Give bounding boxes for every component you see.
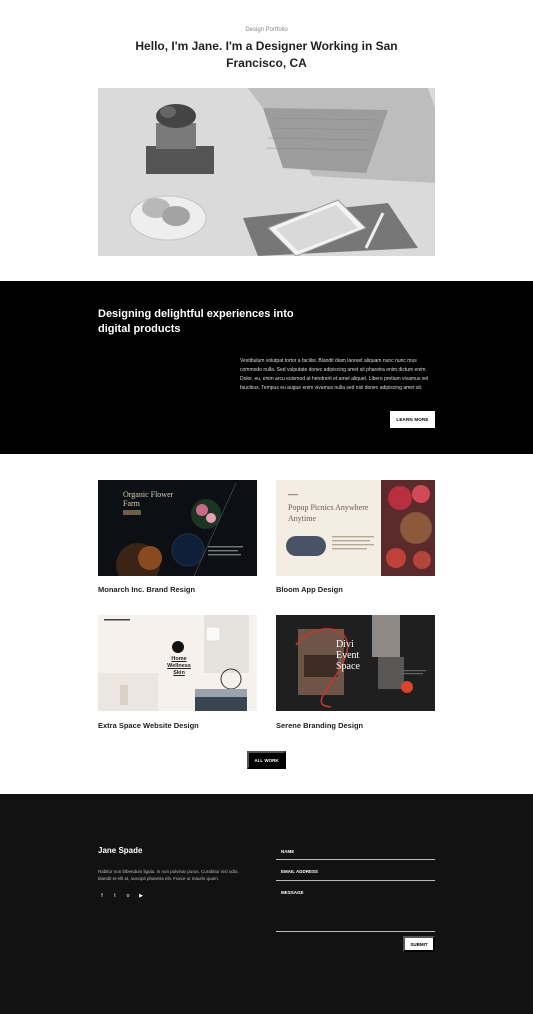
facebook-icon[interactable]: f (98, 892, 106, 900)
project-label-monarch[interactable]: Monarch Inc. Brand Resign (98, 585, 195, 594)
project-label-extra-space[interactable]: Extra Space Website Design (98, 721, 199, 730)
hero-image (98, 88, 435, 256)
all-work-button[interactable]: ALL WORK (247, 751, 286, 769)
submit-button[interactable]: SUBMIT (403, 936, 435, 952)
project-thumbnail-extra-space[interactable]: Home Wellness Skin (98, 615, 257, 711)
email-field[interactable]: EMAIL ADDRESS (276, 869, 435, 881)
band-text: Vestibulum volutpat tortor a facilisi. B… (240, 358, 429, 391)
portfolio-page: Design Portfolio Hello, I'm Jane. I'm a … (0, 0, 533, 1014)
project-art-title: Home Wellness Skin (167, 656, 191, 676)
footer-name: Jane Spade (98, 846, 143, 855)
youtube-icon[interactable]: ▶ (137, 892, 145, 900)
project-label-serene[interactable]: Serene Branding Design (276, 721, 363, 730)
footer-text: Rabitur non bibendum ligula. In non pulv… (98, 869, 239, 881)
page-title: Hello, I'm Jane. I'm a Designer Working … (135, 39, 398, 70)
footer: Jane Spade Rabitur non bibendum ligula. … (0, 794, 533, 1014)
social-links: f t o ▶ (98, 892, 145, 900)
name-field[interactable]: NAME (276, 849, 435, 860)
project-thumbnail-serene[interactable]: Divi Event Space (276, 615, 435, 711)
band-title: Designing delightful experiences into di… (98, 308, 294, 335)
project-thumbnail-monarch[interactable]: Organic Flower Farm (98, 480, 257, 576)
project-label-bloom[interactable]: Bloom App Design (276, 585, 343, 594)
project-thumbnail-bloom[interactable]: Popup Picnics Anywhere Anytime (276, 480, 435, 576)
twitter-icon[interactable]: t (111, 892, 119, 900)
learn-more-button[interactable]: LEARN MORE (390, 411, 435, 428)
instagram-icon[interactable]: o (124, 892, 132, 900)
project-art-title: Organic Flower Farm (123, 490, 174, 508)
project-art-title: Divi Event Space (336, 639, 360, 672)
message-field[interactable]: MESSAGE (276, 890, 435, 932)
project-art-title: Popup Picnics Anywhere Anytime (288, 503, 369, 523)
intro-band: Designing delightful experiences into di… (0, 281, 533, 454)
eyebrow: Design Portfolio (245, 27, 288, 33)
